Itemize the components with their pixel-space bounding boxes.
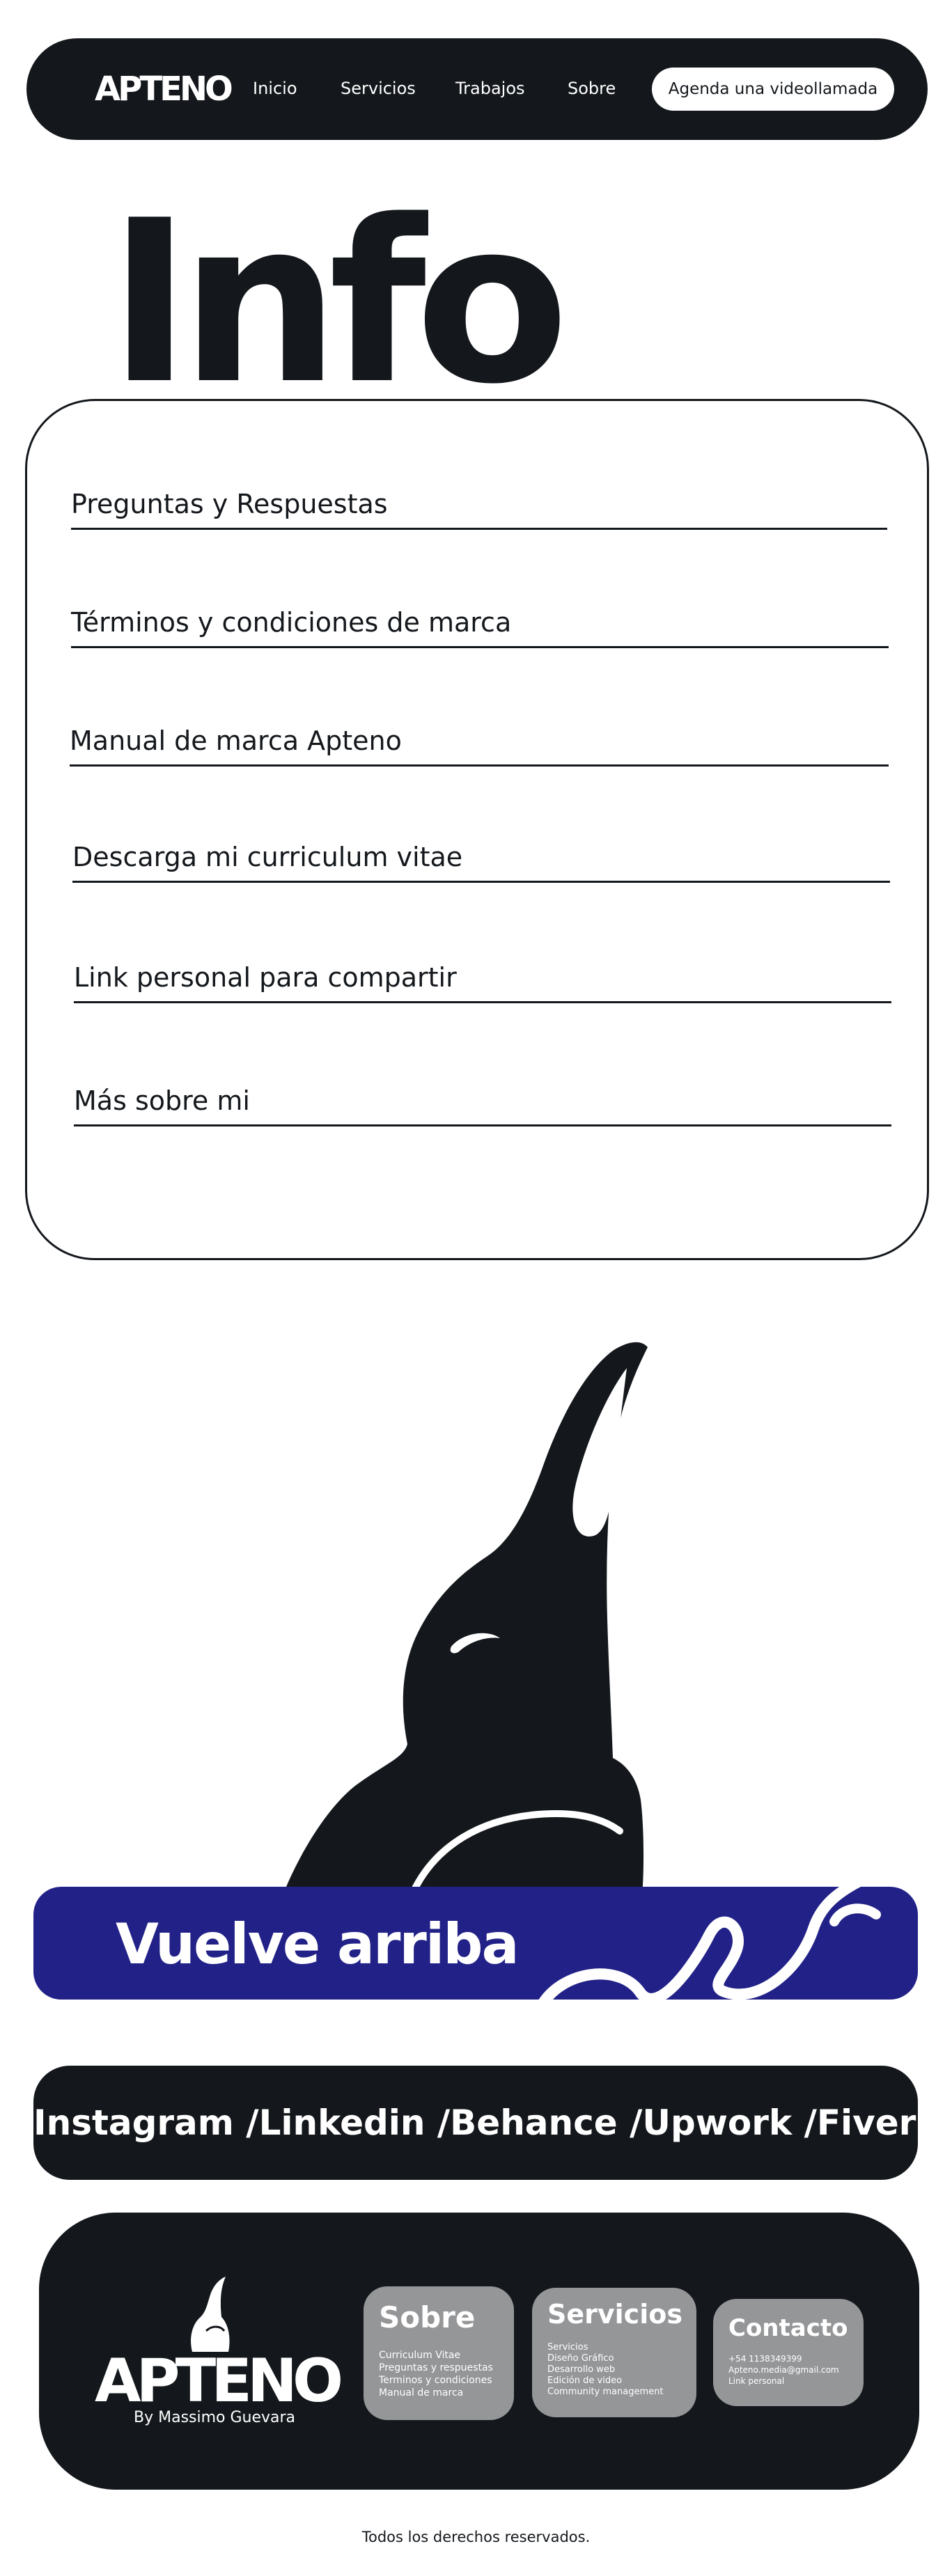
social-link-instagram[interactable]: Instagram / — [33, 2103, 259, 2143]
info-link-label: Más sobre mi — [74, 1085, 250, 1116]
footer-link-video-editing[interactable]: Edición de video — [547, 2375, 663, 2387]
squiggle-decoration-icon — [538, 1887, 881, 2000]
footer-card-title: Contacto — [728, 2314, 848, 2342]
info-link-share-personal[interactable]: Link personal para compartir — [74, 961, 891, 1003]
info-link-label: Link personal para compartir — [74, 962, 457, 993]
footer-link-brand-manual[interactable]: Manual de marca — [379, 2387, 493, 2399]
footer-card-sobre: Sobre Curriculum Vitae Preguntas y respu… — [364, 2286, 514, 2420]
penguin-illustration — [282, 1342, 648, 1897]
schedule-videocall-button[interactable]: Agenda una videollamada — [652, 68, 894, 111]
footer-link-terms[interactable]: Terminos y condiciones — [379, 2374, 493, 2387]
apteno-logo[interactable]: APTENO — [95, 69, 233, 109]
footer-card-contacto: Contacto +54 1138349399 Apteno.media@gma… — [713, 2299, 864, 2406]
footer-phone[interactable]: +54 1138349399 — [728, 2353, 839, 2364]
footer-card-servicios: Servicios Servicios Diseño Gráfico Desar… — [532, 2288, 696, 2417]
info-link-label: Preguntas y Respuestas — [71, 489, 388, 519]
penguin-mini-icon — [191, 2277, 230, 2352]
info-link-brand-manual[interactable]: Manual de marca Apteno — [70, 725, 889, 767]
info-link-label: Manual de marca Apteno — [70, 725, 402, 756]
social-link-upwork[interactable]: Upwork / — [642, 2103, 817, 2143]
footer-apteno-logo[interactable]: APTENO — [95, 2348, 343, 2414]
nav-link-trabajos[interactable]: Trabajos — [455, 77, 525, 100]
footer-link-cv[interactable]: Curriculum Vitae — [379, 2349, 493, 2362]
footer-card-title: Servicios — [547, 2299, 682, 2330]
copyright-notice: Todos los derechos reservados. — [361, 2529, 591, 2545]
site-footer: APTENO By Massimo Guevara Sobre Curricul… — [39, 2213, 919, 2490]
footer-email[interactable]: Apteno.media@gmail.com — [728, 2364, 839, 2375]
info-link-label: Descarga mi curriculum vitae — [72, 842, 463, 872]
social-link-linkedin[interactable]: Linkedin / — [259, 2103, 451, 2143]
page-title: Info — [108, 172, 569, 433]
footer-card-title: Sobre — [379, 2300, 476, 2334]
info-links-card: Preguntas y Respuestas Términos y condic… — [25, 399, 929, 1260]
footer-link-services[interactable]: Servicios — [547, 2342, 663, 2353]
info-link-download-cv[interactable]: Descarga mi curriculum vitae — [72, 841, 890, 883]
nav-link-sobre[interactable]: Sobre — [568, 77, 616, 100]
back-to-top-label: Vuelve arriba — [116, 1912, 520, 1977]
social-links-bar: Instagram /Linkedin /Behance /Upwork /Fi… — [33, 2066, 933, 2180]
back-to-top-button[interactable]: Vuelve arriba — [33, 1887, 918, 2000]
footer-link-graphic-design[interactable]: Diseño Gráfico — [547, 2353, 663, 2364]
top-navbar: APTENO Inicio Servicios Trabajos Sobre A… — [26, 38, 928, 140]
info-link-label: Términos y condiciones de marca — [71, 607, 512, 638]
footer-link-web-dev[interactable]: Desarrollo web — [547, 2364, 663, 2375]
info-link-more-about-me[interactable]: Más sobre mi — [74, 1085, 891, 1126]
footer-personal-link[interactable]: Link personal — [728, 2375, 839, 2387]
social-link-behance[interactable]: Behance / — [450, 2103, 642, 2143]
footer-byline: By Massimo Guevara — [134, 2409, 296, 2426]
footer-link-faq[interactable]: Preguntas y respuestas — [379, 2362, 493, 2374]
nav-link-servicios[interactable]: Servicios — [341, 77, 416, 100]
nav-link-inicio[interactable]: Inicio — [253, 77, 297, 100]
social-link-fiverr[interactable]: Fiverr — [817, 2103, 933, 2143]
footer-link-community[interactable]: Community management — [547, 2387, 663, 2398]
info-link-brand-terms[interactable]: Términos y condiciones de marca — [71, 606, 889, 648]
info-link-faq[interactable]: Preguntas y Respuestas — [71, 488, 887, 530]
